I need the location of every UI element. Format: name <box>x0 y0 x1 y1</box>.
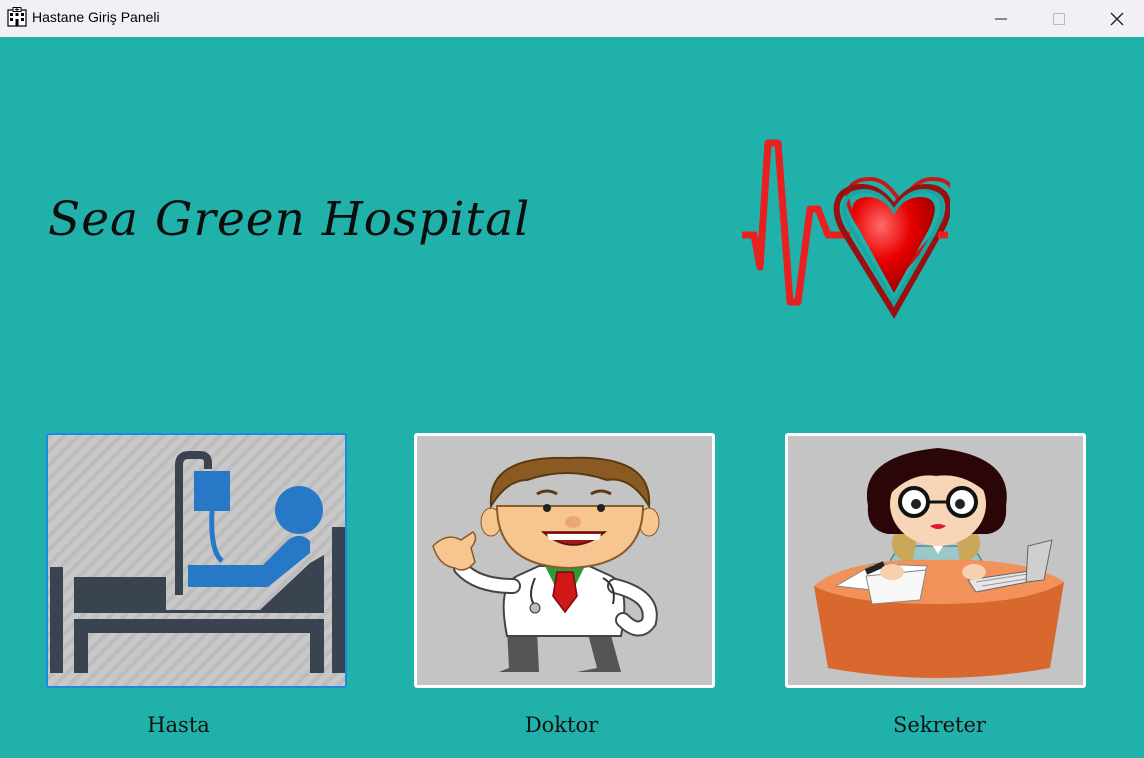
secretary-icon <box>788 436 1083 685</box>
patient-bed-icon <box>48 435 345 686</box>
patient-label: Hasta <box>147 713 210 737</box>
maximize-icon <box>1053 12 1065 25</box>
window-titlebar: Hastane Giriş Paneli <box>0 0 1144 37</box>
doctor-icon <box>417 436 712 685</box>
secretary-label: Sekreter <box>893 713 986 737</box>
window-title: Hastane Giriş Paneli <box>32 9 160 25</box>
minimize-button[interactable] <box>972 0 1030 37</box>
maximize-button[interactable] <box>1030 0 1088 37</box>
secretary-login-button[interactable] <box>785 433 1086 688</box>
doctor-label: Doktor <box>524 713 599 737</box>
hospital-name: Sea Green Hospital <box>48 192 531 247</box>
close-button[interactable] <box>1088 0 1144 37</box>
doctor-login-button[interactable] <box>414 433 715 688</box>
main-panel: Sea Green Hospital Hasta Doktor Sekreter <box>0 37 1144 758</box>
hospital-building-icon <box>7 7 27 27</box>
heartbeat-heart-icon <box>742 139 950 319</box>
close-icon <box>1110 12 1124 25</box>
minimize-icon <box>995 18 1007 19</box>
patient-login-button[interactable] <box>46 433 347 688</box>
